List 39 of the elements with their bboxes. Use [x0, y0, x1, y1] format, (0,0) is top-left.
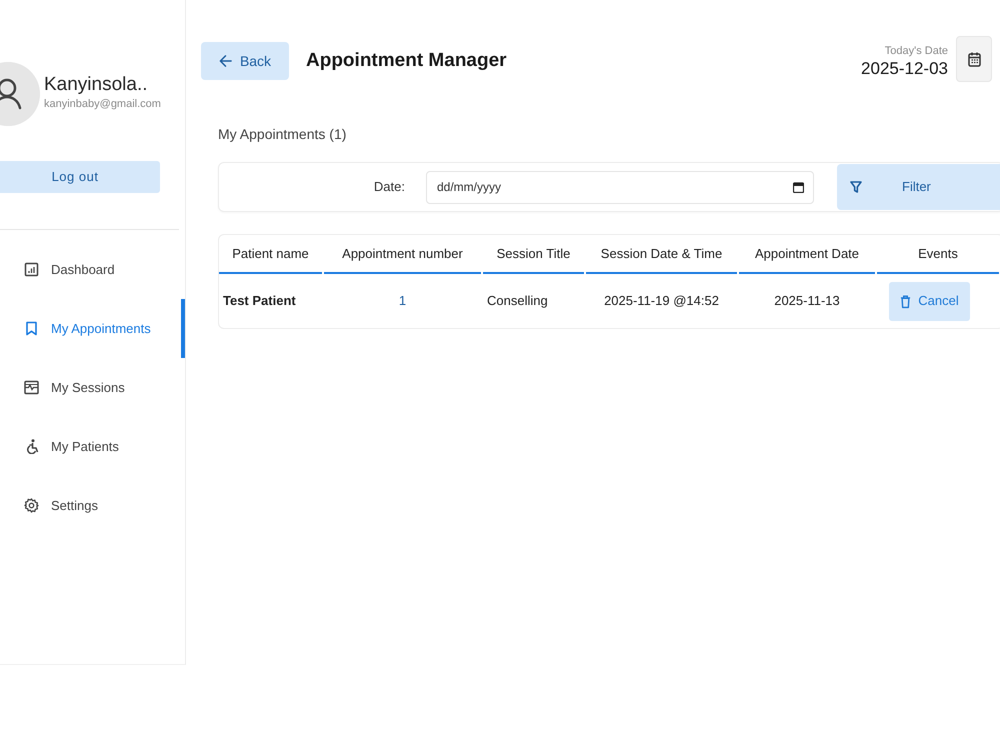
- column-header: Appointment Date: [739, 235, 875, 274]
- calendar-button[interactable]: [956, 36, 992, 82]
- filter-button[interactable]: Filter: [837, 164, 1000, 210]
- today-label: Today's Date: [884, 44, 948, 60]
- filter-icon: [850, 180, 862, 194]
- back-button[interactable]: Back: [201, 42, 289, 80]
- column-header: Patient name: [219, 235, 322, 274]
- trash-icon: [900, 294, 912, 308]
- column-header: Appointment number: [324, 235, 481, 274]
- dashboard-icon: [24, 262, 39, 277]
- user-email: kanyinbaby@gmail.com: [44, 97, 161, 112]
- page-title: Appointment Manager: [306, 50, 507, 72]
- section-heading: My Appointments (1): [218, 125, 348, 144]
- sidebar-item[interactable]: My Sessions: [0, 358, 185, 417]
- today-date: 2025-12-03: [861, 60, 948, 79]
- date-field[interactable]: dd/mm/yyyy: [426, 170, 814, 204]
- table-cell-text: Test Patient: [222, 292, 297, 310]
- sidebar-item[interactable]: My Appointments: [0, 299, 185, 358]
- sidebar-item[interactable]: Settings: [0, 476, 185, 535]
- table-cell-text: 2025-11-13: [773, 292, 841, 310]
- table-cell-text: 2025-11-19 @14:52: [603, 292, 720, 310]
- wheelchair-icon: [24, 439, 39, 454]
- table-cell-text: 1: [398, 292, 408, 310]
- table-cell-text: Conselling: [486, 292, 549, 310]
- column-header: Session Date & Time: [586, 235, 737, 274]
- column-header: Events: [877, 235, 999, 274]
- bookmark-icon: [24, 321, 39, 336]
- logout-button[interactable]: Log out: [0, 161, 160, 193]
- sidebar-item[interactable]: My Patients: [0, 417, 185, 476]
- settings-icon: [24, 498, 39, 513]
- cancel-button[interactable]: Cancel: [889, 282, 970, 320]
- user-name: Kanyinsola..: [44, 75, 149, 96]
- sidebar-item[interactable]: Dashboard: [0, 240, 185, 299]
- date-label: Date:: [372, 178, 405, 196]
- calendar-icon[interactable]: [793, 182, 804, 192]
- column-header: Session Title: [483, 235, 584, 274]
- back-arrow-icon: [218, 54, 232, 68]
- monitor-pulse-icon: [24, 380, 39, 395]
- calendar-icon: [968, 52, 980, 66]
